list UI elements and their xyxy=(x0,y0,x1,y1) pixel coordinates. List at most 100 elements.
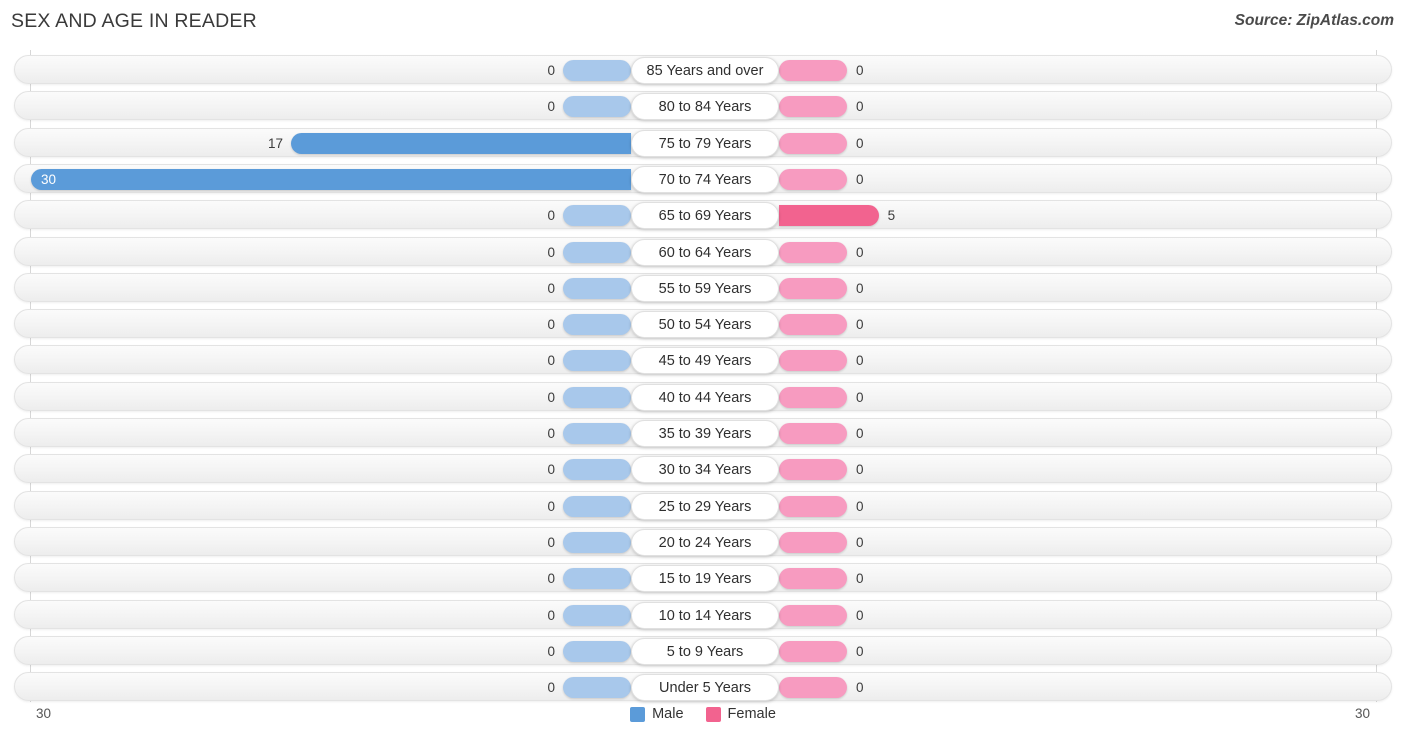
bar-male[interactable] xyxy=(563,677,631,699)
age-group-label: 40 to 44 Years xyxy=(631,383,779,411)
bar-value-male: 0 xyxy=(547,280,555,296)
age-group-label: 50 to 54 Years xyxy=(631,311,779,339)
bar-female[interactable] xyxy=(779,168,847,190)
bar-female[interactable] xyxy=(779,96,847,118)
bar-male[interactable] xyxy=(563,604,631,626)
bar-male[interactable] xyxy=(563,459,631,481)
age-group-label: 85 Years and over xyxy=(631,57,779,84)
table-row[interactable]: 0 0 45 to 49 Years xyxy=(14,345,1392,375)
bar-value-male: 30 xyxy=(41,171,57,187)
legend-label-female: Female xyxy=(727,706,776,722)
bar-female[interactable] xyxy=(779,568,847,590)
bar-value-male: 0 xyxy=(547,426,555,441)
bar-male[interactable] xyxy=(563,96,631,118)
table-row[interactable]: 0 0 Under 5 Years xyxy=(14,672,1392,702)
bar-male[interactable] xyxy=(563,423,631,444)
table-row[interactable]: 0 0 55 to 59 Years xyxy=(14,272,1392,302)
table-row[interactable]: 0 0 15 to 19 Years xyxy=(14,563,1392,593)
table-row[interactable]: 0 0 35 to 39 Years xyxy=(14,418,1392,447)
bar-value-female: 0 xyxy=(856,280,864,296)
legend-swatch-female-icon xyxy=(705,706,721,722)
table-row[interactable]: 0 0 30 to 34 Years xyxy=(14,454,1392,484)
bar-female[interactable] xyxy=(779,531,847,553)
table-row[interactable]: 0 0 50 to 54 Years xyxy=(14,309,1392,339)
bar-value-female: 0 xyxy=(856,462,864,478)
bar-female[interactable] xyxy=(779,277,847,299)
age-group-label: 70 to 74 Years xyxy=(631,165,779,193)
bar-female[interactable] xyxy=(779,640,847,662)
bar-female[interactable] xyxy=(779,604,847,626)
bar-value-female: 0 xyxy=(856,317,864,333)
bar-value-female: 0 xyxy=(856,244,864,260)
page-title: SEX AND AGE IN READER xyxy=(11,10,257,32)
plot-area: 0 0 85 Years and over 0 0 80 to 84 Years 17 0 75… xyxy=(0,50,1406,702)
bar-value-male: 0 xyxy=(547,353,555,369)
table-row[interactable]: 0 0 60 to 64 Years xyxy=(14,236,1392,266)
bar-value-female: 0 xyxy=(856,426,864,441)
table-row[interactable]: 0 5 65 to 69 Years xyxy=(14,200,1392,230)
bar-value-male: 0 xyxy=(547,534,555,550)
bar-female[interactable] xyxy=(779,314,847,336)
bar-female[interactable] xyxy=(779,132,847,154)
bar-male[interactable] xyxy=(563,531,631,553)
age-group-label: 65 to 69 Years xyxy=(631,202,779,230)
table-row[interactable]: 30 0 70 to 74 Years xyxy=(14,163,1392,193)
legend-item-male[interactable]: Male xyxy=(630,706,684,722)
age-group-label: 35 to 39 Years xyxy=(631,420,779,447)
age-group-label: 75 to 79 Years xyxy=(631,129,779,157)
age-group-label: Under 5 Years xyxy=(631,674,779,702)
bar-value-female: 0 xyxy=(856,171,864,187)
bar-value-male: 0 xyxy=(547,63,555,78)
age-group-label: 15 to 19 Years xyxy=(631,565,779,593)
bar-female[interactable] xyxy=(779,60,847,81)
bar-male[interactable] xyxy=(563,205,631,227)
table-row[interactable]: 0 0 10 to 14 Years xyxy=(14,599,1392,629)
table-row[interactable]: 0 0 5 to 9 Years xyxy=(14,635,1392,665)
bar-female[interactable] xyxy=(779,459,847,481)
bar-male[interactable] xyxy=(563,640,631,662)
bar-female[interactable] xyxy=(779,677,847,699)
bar-value-female: 0 xyxy=(856,353,864,369)
bar-value-male: 0 xyxy=(547,607,555,623)
legend-label-male: Male xyxy=(652,706,684,722)
bar-male[interactable] xyxy=(563,495,631,517)
bar-male[interactable] xyxy=(563,60,631,81)
bar-female[interactable] xyxy=(779,495,847,517)
age-group-label: 5 to 9 Years xyxy=(631,637,779,665)
age-group-label: 30 to 34 Years xyxy=(631,456,779,484)
bar-male[interactable] xyxy=(31,168,631,190)
bar-male[interactable] xyxy=(563,277,631,299)
bar-female[interactable] xyxy=(779,423,847,444)
bar-female[interactable] xyxy=(779,350,847,372)
age-group-label: 25 to 29 Years xyxy=(631,492,779,520)
bar-male[interactable] xyxy=(563,568,631,590)
bar-value-male: 17 xyxy=(267,135,283,151)
bar-male[interactable] xyxy=(563,386,631,408)
table-row[interactable]: 17 0 75 to 79 Years xyxy=(14,127,1392,157)
table-row[interactable]: 0 0 80 to 84 Years xyxy=(14,91,1392,121)
bar-male[interactable] xyxy=(563,314,631,336)
bar-value-male: 0 xyxy=(547,389,555,405)
bar-value-male: 0 xyxy=(547,680,555,696)
bar-value-male: 0 xyxy=(547,462,555,478)
bar-female[interactable] xyxy=(779,241,847,263)
bar-male[interactable] xyxy=(563,241,631,263)
table-row[interactable]: 0 0 25 to 29 Years xyxy=(14,490,1392,520)
bar-female[interactable] xyxy=(779,386,847,408)
table-row[interactable]: 0 0 20 to 24 Years xyxy=(14,526,1392,556)
source-attribution: Source: ZipAtlas.com xyxy=(1234,12,1394,29)
bar-value-female: 0 xyxy=(856,571,864,587)
bar-value-male: 0 xyxy=(547,99,555,115)
chart-legend: Male Female xyxy=(0,706,1406,722)
legend-swatch-male-icon xyxy=(630,706,646,722)
bar-value-female: 5 xyxy=(887,208,896,224)
bar-male[interactable] xyxy=(563,350,631,372)
bar-male[interactable] xyxy=(291,132,631,154)
table-row[interactable]: 0 0 40 to 44 Years xyxy=(14,381,1392,411)
table-row[interactable]: 0 0 85 Years and over xyxy=(14,55,1392,84)
age-group-label: 55 to 59 Years xyxy=(631,274,779,302)
legend-item-female[interactable]: Female xyxy=(705,706,776,722)
bar-female[interactable] xyxy=(779,205,879,227)
bar-value-female: 0 xyxy=(856,63,864,78)
bar-value-male: 0 xyxy=(547,498,555,514)
